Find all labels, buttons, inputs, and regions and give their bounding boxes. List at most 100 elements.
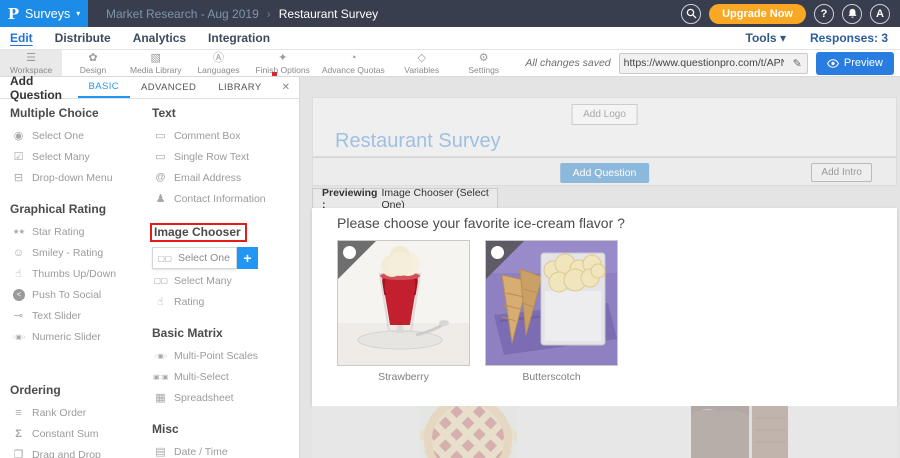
radio-list-icon — [10, 130, 27, 142]
butterscotch-tub-photo[interactable] — [485, 240, 618, 366]
pencil-icon[interactable]: ✎ — [788, 57, 807, 70]
upgrade-now-button[interactable]: Upgrade Now — [709, 4, 806, 24]
option-butterscotch[interactable]: Butterscotch — [485, 240, 618, 383]
tab-integration[interactable]: Integration — [208, 31, 270, 45]
account-avatar[interactable]: A — [870, 4, 890, 24]
qtype-numeric-slider[interactable]: Numeric Slider — [10, 326, 146, 347]
breadcrumb-current[interactable]: Restaurant Survey — [279, 7, 378, 21]
edit-toolbar: ☰ Workspace ✿ Design ▧ Media Library Ⓐ L… — [0, 50, 900, 77]
red-notification-dot — [272, 72, 277, 76]
qtype-select-one[interactable]: Select One — [10, 125, 146, 146]
eye-icon — [827, 59, 839, 68]
qtype-image-select-one: Select One + — [152, 247, 298, 269]
toolbar-media-library[interactable]: ▧ Media Library — [124, 50, 188, 76]
qtype-image-select-many[interactable]: Select Many — [152, 270, 298, 291]
numeric-slider-icon — [10, 330, 27, 344]
qtype-drag-and-drop[interactable]: Drag and Drop — [10, 444, 146, 458]
qtype-contact-information[interactable]: Contact Information — [152, 188, 298, 209]
qtype-push-to-social[interactable]: < Push To Social — [10, 284, 146, 305]
preview-header: Previewing : Image Chooser (Select One) — [312, 188, 498, 208]
preview-button[interactable]: Preview — [816, 52, 894, 75]
breadcrumb-parent[interactable]: Market Research - Aug 2019 — [106, 7, 259, 21]
qtype-select-many[interactable]: Select Many — [10, 146, 146, 167]
rank-order-icon — [10, 407, 27, 419]
toolbar-settings[interactable]: ⚙ Settings — [453, 50, 515, 76]
smiley-icon — [10, 247, 27, 259]
toolbar-design[interactable]: ✿ Design — [62, 50, 124, 76]
section-graphical-rating: Graphical Rating Star Rating Smiley - Ra… — [10, 202, 146, 347]
option-label: Butterscotch — [485, 371, 618, 383]
tab-library[interactable]: LIBRARY — [207, 77, 272, 98]
qtype-star-rating[interactable]: Star Rating — [10, 221, 146, 242]
option-corner — [486, 241, 524, 279]
qtype-multi-select[interactable]: Multi-Select — [152, 366, 298, 387]
tab-basic[interactable]: BASIC — [78, 77, 131, 98]
qtype-thumbs-up-down[interactable]: Thumbs Up/Down — [10, 263, 146, 284]
qtype-text-slider[interactable]: Text Slider — [10, 305, 146, 326]
thumbs-icon — [10, 268, 27, 280]
toolbar-advance-quotas[interactable]: ◔ Advance Quotas — [316, 50, 391, 76]
help-button[interactable]: ? — [814, 4, 834, 24]
notifications-button[interactable] — [842, 4, 862, 24]
survey-url-input[interactable] — [620, 57, 788, 69]
survey-title[interactable]: Restaurant Survey — [335, 130, 501, 153]
toolbar-finish-options[interactable]: ✦ Finish Options — [250, 50, 316, 76]
qtype-multi-point-scales[interactable]: Multi-Point Scales — [152, 345, 298, 366]
qtype-dropdown-menu[interactable]: Drop-down Menu — [10, 167, 146, 188]
panel-title: Add Question — [0, 77, 78, 98]
qtype-comment-box[interactable]: Comment Box — [152, 125, 298, 146]
tools-menu[interactable]: Tools ▾ — [746, 31, 786, 45]
finish-options-icon: ✦ — [278, 52, 287, 64]
qtype-smiley-rating[interactable]: Smiley - Rating — [10, 242, 146, 263]
radio-button[interactable] — [343, 246, 356, 259]
add-logo-button[interactable]: Add Logo — [571, 104, 638, 125]
section-title: Graphical Rating — [10, 202, 146, 216]
workspace-icon: ☰ — [26, 52, 36, 64]
sigma-icon — [10, 428, 27, 440]
qtype-image-select-one-box[interactable]: Select One — [152, 247, 237, 269]
option-strawberry[interactable]: Strawberry — [337, 240, 470, 383]
qtype-image-rating[interactable]: Rating — [152, 291, 298, 312]
top-bar: P Surveys ▾ Market Research - Aug 2019 ›… — [0, 0, 900, 27]
qtype-date-time[interactable]: Date / Time — [152, 441, 298, 458]
qtype-single-row-text[interactable]: Single Row Text — [152, 146, 298, 167]
toolbar-workspace[interactable]: ☰ Workspace — [0, 50, 62, 76]
image-select-icon — [152, 274, 169, 287]
qtype-email-address[interactable]: Email Address — [152, 167, 298, 188]
design-icon: ✿ — [88, 52, 97, 64]
surveys-menu[interactable]: P Surveys ▾ — [0, 0, 88, 27]
responses-link[interactable]: Responses: 3 — [810, 31, 888, 45]
tab-advanced[interactable]: ADVANCED — [130, 77, 207, 98]
qtype-spreadsheet[interactable]: Spreadsheet — [152, 387, 298, 408]
strawberry-sundae-photo[interactable] — [337, 240, 470, 366]
toolbar-variables[interactable]: ◇ Variables — [391, 50, 453, 76]
add-question-plus-button[interactable]: + — [237, 247, 258, 269]
bell-icon — [847, 8, 858, 19]
tab-edit[interactable]: Edit — [10, 31, 33, 45]
languages-icon: Ⓐ — [213, 52, 224, 64]
breadcrumb-separator: › — [267, 7, 271, 21]
topbar-actions: Upgrade Now ? A — [681, 4, 900, 24]
date-time-icon — [152, 446, 169, 458]
radio-button[interactable] — [491, 246, 504, 259]
qtype-constant-sum[interactable]: Constant Sum — [10, 423, 146, 444]
close-icon[interactable]: ✕ — [273, 77, 299, 98]
section-basic-matrix: Basic Matrix Multi-Point Scales Multi-Se… — [152, 326, 298, 408]
section-ordering: Ordering Rank Order Constant Sum Drag an… — [10, 383, 146, 458]
tab-analytics[interactable]: Analytics — [133, 31, 186, 45]
section-title: Multiple Choice — [10, 106, 146, 120]
question-preview-panel: Please choose your favorite ice-cream fl… — [312, 208, 897, 406]
search-button[interactable] — [681, 4, 701, 24]
survey-canvas: Add Logo Restaurant Survey Add Question … — [300, 77, 900, 458]
qtype-rank-order[interactable]: Rank Order — [10, 402, 146, 423]
section-title: Basic Matrix — [152, 326, 298, 340]
main-nav: Edit Distribute Analytics Integration To… — [0, 27, 900, 50]
add-question-button[interactable]: Add Question — [560, 163, 650, 183]
toolbar-languages[interactable]: Ⓐ Languages — [188, 50, 250, 76]
share-icon: < — [13, 289, 25, 301]
variables-icon: ◇ — [417, 52, 425, 64]
add-intro-button[interactable]: Add Intro — [811, 163, 872, 182]
questionpro-logo: P — [8, 5, 19, 23]
survey-header-panel: Add Logo Restaurant Survey — [312, 97, 897, 157]
tab-distribute[interactable]: Distribute — [55, 31, 111, 45]
